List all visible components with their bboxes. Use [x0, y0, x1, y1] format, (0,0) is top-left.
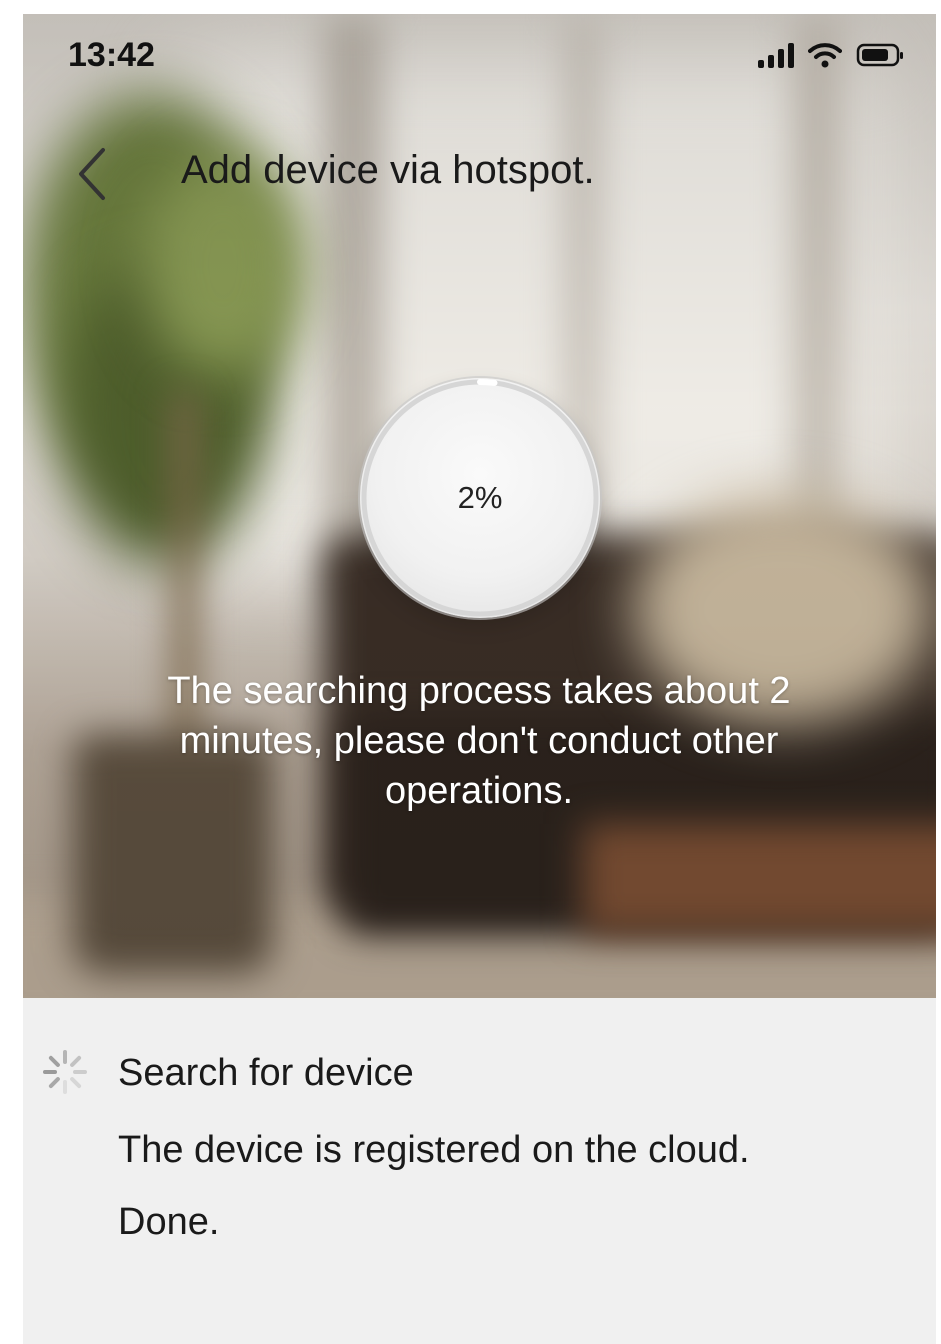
step-description: The device is registered on the cloud. D… [118, 1129, 750, 1243]
wifi-icon [808, 42, 842, 68]
status-bar: 13:42 [23, 14, 936, 94]
search-notice: The searching process takes about 2 minu… [167, 670, 791, 812]
battery-icon [856, 42, 906, 68]
status-icons [758, 40, 906, 70]
progress-ring: 2% [360, 378, 600, 618]
signal-icon [758, 42, 794, 68]
step-list: Search for device The device is register… [23, 998, 936, 1344]
progress-percentage: 2% [457, 480, 503, 515]
status-time: 13:42 [68, 36, 155, 74]
step-title: Search for device [118, 1052, 414, 1094]
chevron-left-icon[interactable] [71, 144, 111, 204]
background-photo: 13:42 Add device via hotspot. 2% The sea… [23, 14, 936, 998]
page-title: Add device via hotspot. [181, 148, 595, 192]
spinner-icon [41, 1048, 89, 1096]
app-screen: 13:42 Add device via hotspot. 2% The sea… [23, 14, 936, 1344]
